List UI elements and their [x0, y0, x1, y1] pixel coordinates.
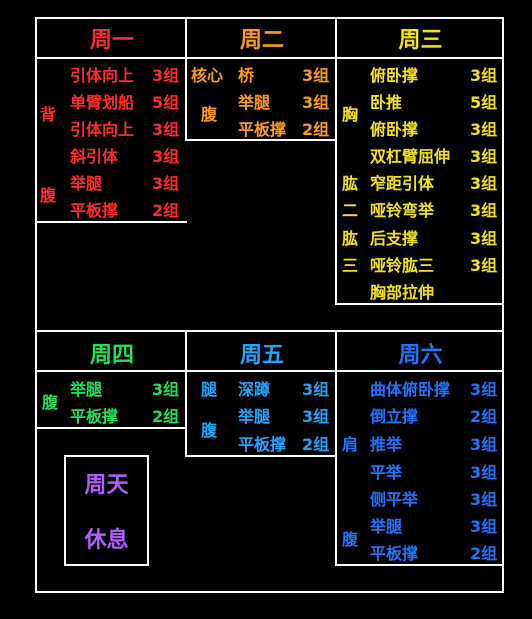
day-title-friday: 周五 [239, 343, 284, 368]
day-title-saturday: 周六 [398, 343, 443, 368]
exercise-name: 举腿 [70, 380, 103, 399]
exercise-sets: 3组 [470, 120, 498, 139]
day-title-tuesday: 周二 [239, 28, 284, 53]
exercise-name: 斜引体 [70, 147, 119, 166]
exercise-sets: 3组 [470, 174, 498, 193]
exercise-sets: 3组 [470, 490, 498, 509]
exercise-sets: 3组 [470, 517, 498, 536]
exercise-sets: 3组 [302, 66, 330, 85]
day-title-monday: 周一 [89, 28, 134, 53]
exercise-name: 俯卧撑 [370, 66, 419, 85]
exercise-sets: 2组 [302, 120, 330, 139]
exercise-name: 哑铃弯举 [370, 201, 435, 220]
exercise-name: 平板撑 [238, 120, 287, 139]
exercise-sets: 3组 [302, 93, 330, 112]
divider [35, 427, 187, 429]
exercise-name: 举腿 [238, 407, 271, 426]
exercise-name: 引体向上 [70, 66, 135, 85]
exercise-name: 侧平举 [370, 490, 419, 509]
exercise-name: 平板撑 [370, 544, 419, 563]
exercise-name: 胸部拉伸 [370, 283, 435, 302]
exercise-sets: 3组 [152, 147, 180, 166]
day-title-thursday: 周四 [89, 343, 134, 368]
exercise-name: 平板撑 [238, 435, 287, 454]
exercise-name: 倒立撑 [370, 407, 419, 426]
muscle-label: 肱 [342, 174, 359, 193]
exercise-sets: 3组 [470, 435, 498, 454]
divider [335, 303, 504, 305]
exercise-sets: 3组 [302, 380, 330, 399]
exercise-sets: 2组 [470, 407, 498, 426]
exercise-name: 俯卧撑 [370, 120, 419, 139]
exercise-sets: 2组 [302, 435, 330, 454]
exercise-sets: 3组 [152, 66, 180, 85]
exercise-sets: 3组 [470, 463, 498, 482]
muscle-label: 腹 [201, 421, 218, 440]
exercise-sets: 2组 [152, 407, 180, 426]
exercise-name: 窄距引体 [370, 174, 435, 193]
exercise-name: 平板撑 [70, 201, 119, 220]
exercise-sets: 2组 [152, 201, 180, 220]
exercise-sets: 3组 [470, 256, 498, 275]
exercise-sets: 2组 [470, 544, 498, 563]
muscle-label: 核心 [191, 66, 224, 85]
exercise-sets: 3组 [470, 380, 498, 399]
exercise-sets: 3组 [152, 380, 180, 399]
exercise-name: 举腿 [370, 517, 403, 536]
divider [35, 221, 187, 223]
exercise-name: 平板撑 [70, 407, 119, 426]
divider [35, 57, 504, 59]
exercise-sets: 3组 [470, 66, 498, 85]
exercise-name: 深蹲 [238, 380, 271, 399]
divider [35, 330, 504, 332]
exercise-sets: 3组 [152, 174, 180, 193]
exercise-name: 曲体俯卧撑 [370, 380, 451, 399]
divider [185, 455, 337, 457]
exercise-name: 举腿 [70, 174, 103, 193]
muscle-label: 二 [342, 201, 359, 220]
exercise-sets: 3组 [302, 407, 330, 426]
exercise-sets: 3组 [152, 120, 180, 139]
muscle-label: 三 [342, 256, 359, 275]
divider [35, 370, 504, 372]
muscle-label: 胸 [342, 105, 359, 124]
muscle-label: 腹 [342, 530, 359, 549]
exercise-name: 双杠臂屈伸 [370, 147, 451, 166]
muscle-label: 肩 [342, 435, 359, 454]
exercise-sets: 3组 [470, 147, 498, 166]
muscle-label: 腹 [40, 186, 57, 205]
exercise-sets: 5组 [152, 93, 180, 112]
exercise-name: 哑铃肱三 [370, 256, 435, 275]
muscle-label: 肱 [342, 229, 359, 248]
muscle-label: 腹 [201, 105, 218, 124]
day-title-wednesday: 周三 [398, 28, 443, 53]
divider [335, 17, 337, 304]
exercise-sets: 3组 [470, 201, 498, 220]
exercise-sets: 5组 [470, 93, 498, 112]
exercise-name: 推举 [370, 435, 403, 454]
muscle-label: 腿 [201, 380, 218, 399]
day-title-sunday: 周天 [84, 473, 129, 498]
divider [335, 564, 504, 566]
exercise-name: 单臂划船 [70, 93, 135, 112]
exercise-name: 举腿 [238, 93, 271, 112]
exercise-name: 桥 [238, 66, 255, 85]
exercise-name: 引体向上 [70, 120, 135, 139]
muscle-label: 腹 [42, 393, 59, 412]
rest-note: 休息 [84, 528, 129, 553]
exercise-name: 卧推 [370, 93, 403, 112]
exercise-name: 平举 [370, 463, 403, 482]
exercise-name: 后支撑 [370, 229, 419, 248]
exercise-sets: 3组 [470, 229, 498, 248]
muscle-label: 背 [40, 105, 57, 124]
